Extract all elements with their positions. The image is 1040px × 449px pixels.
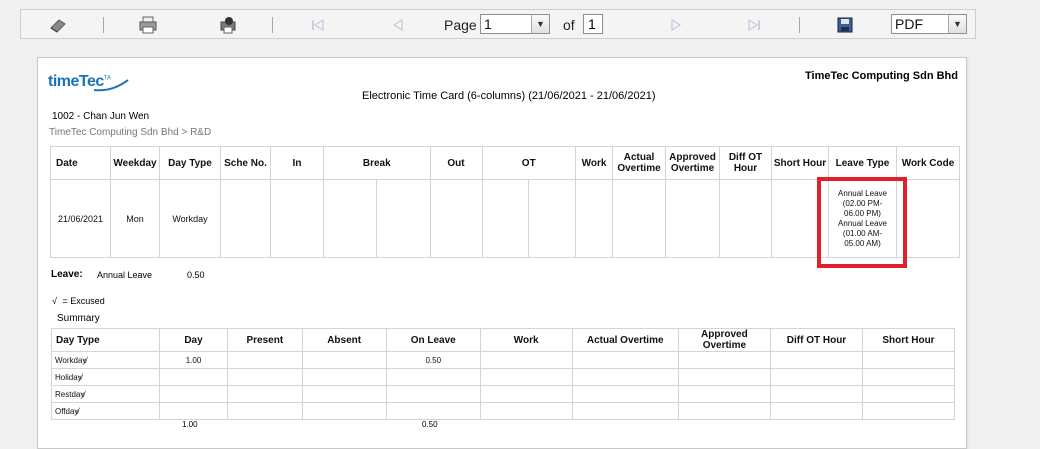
toolbar-separator bbox=[103, 17, 104, 33]
summary-table: Day Type Day Present Absent On Leave Wor… bbox=[51, 328, 956, 420]
report-page: timeTecTA TimeTec Computing Sdn Bhd Elec… bbox=[37, 57, 967, 449]
page-select-value: 1 bbox=[484, 16, 492, 32]
excused-legend: √ = Excused bbox=[52, 296, 105, 306]
cell-weekday: Mon bbox=[110, 179, 160, 258]
col-actual-ot: Actual Overtime bbox=[612, 146, 666, 180]
sum-day bbox=[158, 402, 229, 420]
sum-col-absent: Absent bbox=[301, 328, 387, 352]
col-date: Date bbox=[50, 146, 111, 180]
check-icon: √ bbox=[81, 389, 86, 399]
total-onleave: 0.50 bbox=[422, 420, 438, 429]
col-weekday: Weekday bbox=[110, 146, 160, 180]
chevron-down-icon[interactable]: ▼ bbox=[948, 15, 966, 33]
eraser-icon[interactable] bbox=[47, 14, 69, 36]
department-path: TimeTec Computing Sdn Bhd > R&D bbox=[49, 127, 212, 138]
toolbar-separator bbox=[799, 17, 800, 33]
table-row: Offday√ bbox=[51, 402, 956, 420]
col-daytype: Day Type bbox=[159, 146, 221, 180]
col-in: In bbox=[270, 146, 324, 180]
logo-swoosh-icon bbox=[93, 79, 129, 92]
sum-col-diff-ot: Diff OT Hour bbox=[770, 328, 863, 352]
col-diff-ot: Diff OT Hour bbox=[719, 146, 772, 180]
save-icon[interactable] bbox=[834, 14, 856, 36]
check-icon: √ bbox=[78, 372, 84, 382]
sum-col-actual-ot: Actual Overtime bbox=[571, 328, 679, 352]
employee-name: 1002 - Chan Jun Wen bbox=[52, 111, 150, 122]
sum-col-work: Work bbox=[479, 328, 573, 352]
sum-col-day: Day bbox=[158, 328, 229, 352]
col-out: Out bbox=[429, 146, 483, 180]
export-format-value: PDF bbox=[895, 16, 923, 32]
leave-type: Annual Leave bbox=[97, 270, 153, 280]
first-page-icon[interactable] bbox=[307, 14, 329, 36]
sum-col-present: Present bbox=[227, 328, 303, 352]
table-row: Holiday√ bbox=[51, 368, 956, 386]
report-toolbar: Page 1 ▼ of 1 PDF ▼ bbox=[20, 9, 976, 39]
col-break: Break bbox=[323, 146, 431, 180]
sum-col-short-hour: Short Hour bbox=[861, 328, 956, 352]
sum-daytype: Holiday√ bbox=[51, 368, 160, 386]
sum-daytype: Workday√ bbox=[51, 351, 160, 369]
previous-page-icon[interactable] bbox=[387, 14, 409, 36]
highlight-box bbox=[817, 177, 907, 268]
sum-daytype: Offday√ bbox=[51, 402, 160, 420]
print-setup-icon[interactable] bbox=[217, 14, 239, 36]
total-pages: 1 bbox=[583, 14, 603, 34]
sum-day bbox=[158, 368, 229, 386]
sum-onleave: 0.50 bbox=[385, 351, 481, 369]
col-ot: OT bbox=[481, 146, 576, 180]
leave-value: 0.50 bbox=[187, 270, 205, 280]
sum-onleave bbox=[385, 368, 481, 386]
summary-header-row: Day Type Day Present Absent On Leave Wor… bbox=[51, 328, 956, 352]
check-icon: √ bbox=[52, 296, 57, 306]
toolbar-separator bbox=[272, 17, 273, 33]
page-select[interactable]: 1 ▼ bbox=[480, 14, 550, 34]
col-work-code: Work Code bbox=[896, 146, 960, 180]
total-day: 1.00 bbox=[182, 420, 198, 429]
print-icon[interactable] bbox=[137, 14, 159, 36]
table-header-row: Date Weekday Day Type Sche No. In Break … bbox=[50, 146, 960, 180]
summary-title: Summary bbox=[57, 313, 100, 324]
col-work: Work bbox=[575, 146, 613, 180]
next-page-icon[interactable] bbox=[665, 14, 687, 36]
chevron-down-icon[interactable]: ▼ bbox=[531, 15, 549, 33]
sum-col-onleave: On Leave bbox=[385, 328, 481, 352]
leave-label: Leave: bbox=[51, 269, 83, 280]
sum-col-daytype: Day Type bbox=[51, 328, 160, 352]
report-title: Electronic Time Card (6-columns) (21/06/… bbox=[362, 90, 656, 102]
sum-day bbox=[158, 385, 229, 403]
cell-daytype: Workday bbox=[159, 179, 221, 258]
sum-daytype: Restday√ bbox=[51, 385, 160, 403]
check-icon: √ bbox=[83, 355, 88, 365]
table-row: Workday√ 1.00 0.50 bbox=[51, 351, 956, 369]
timetec-logo: timeTecTA bbox=[48, 73, 129, 92]
col-approved-ot: Approved Overtime bbox=[665, 146, 720, 180]
sum-onleave bbox=[385, 385, 481, 403]
of-label: of bbox=[563, 17, 575, 33]
export-format-select[interactable]: PDF ▼ bbox=[891, 14, 967, 34]
sum-col-approved-ot: Approved Overtime bbox=[677, 328, 772, 352]
company-name: TimeTec Computing Sdn Bhd bbox=[805, 70, 958, 82]
sum-onleave bbox=[385, 402, 481, 420]
cell-date: 21/06/2021 bbox=[50, 179, 111, 258]
table-row: Restday√ bbox=[51, 385, 956, 403]
col-short-hour: Short Hour bbox=[771, 146, 829, 180]
sum-day: 1.00 bbox=[158, 351, 229, 369]
col-sche: Sche No. bbox=[220, 146, 271, 180]
page-label: Page bbox=[444, 17, 477, 33]
col-leave-type: Leave Type bbox=[828, 146, 897, 180]
last-page-icon[interactable] bbox=[743, 14, 765, 36]
check-icon: √ bbox=[75, 406, 80, 416]
